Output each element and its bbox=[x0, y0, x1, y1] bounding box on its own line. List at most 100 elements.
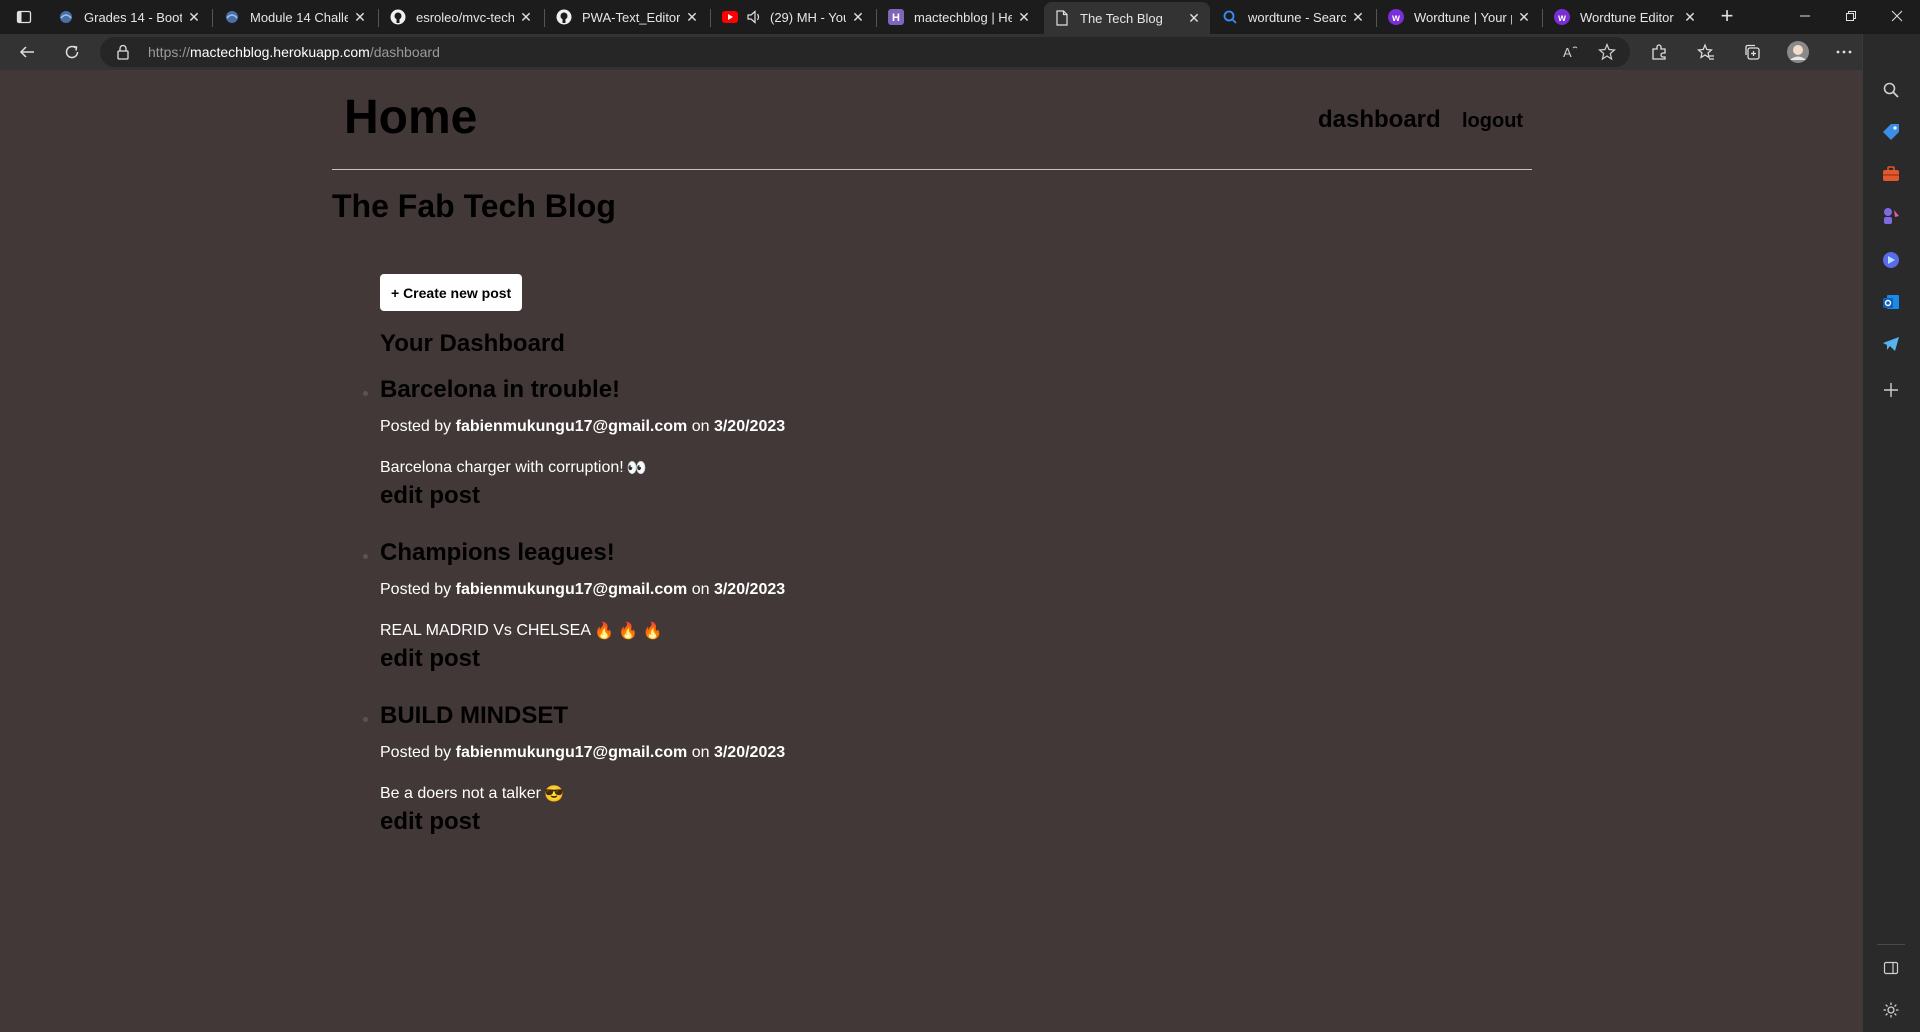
post-author: fabienmukungu17@gmail.com bbox=[455, 418, 688, 435]
tab-the-tech-blog[interactable]: The Tech Blog ✕ bbox=[1044, 2, 1210, 34]
tab-github-mvc[interactable]: esroleo/mvc-tech-l ✕ bbox=[380, 3, 542, 31]
collections-icon[interactable] bbox=[1738, 38, 1766, 66]
bootcamp-icon bbox=[224, 9, 240, 25]
post-title[interactable]: BUILD MINDSET bbox=[380, 702, 568, 730]
tools-icon[interactable] bbox=[1879, 162, 1903, 186]
tab-actions-icon[interactable] bbox=[10, 5, 38, 29]
browser-toolbar: https://mactechblog.herokuapp.com/dashbo… bbox=[0, 34, 1920, 70]
close-icon[interactable]: ✕ bbox=[684, 9, 700, 25]
edit-post-link[interactable]: edit post bbox=[380, 808, 480, 836]
post-date: 3/20/2023 bbox=[713, 744, 786, 761]
page-icon bbox=[1054, 10, 1070, 26]
wordtune-icon: w bbox=[1554, 9, 1570, 25]
sunglasses-emoji: 😎 bbox=[543, 786, 564, 803]
post-meta: Posted by fabienmukungu17@gmail.com on 3… bbox=[380, 581, 786, 598]
close-icon[interactable]: ✕ bbox=[1186, 10, 1202, 26]
nav-logout-link[interactable]: logout bbox=[1462, 110, 1523, 133]
url-scheme: https:// bbox=[148, 44, 191, 60]
wordtune-icon: w bbox=[1388, 9, 1404, 25]
list-bullet bbox=[363, 554, 368, 559]
url-text[interactable]: https://mactechblog.herokuapp.com/dashbo… bbox=[148, 44, 440, 60]
avatar[interactable] bbox=[1784, 38, 1812, 66]
close-icon[interactable]: ✕ bbox=[1682, 9, 1698, 25]
dashboard-heading: Your Dashboard bbox=[380, 330, 565, 357]
close-icon[interactable]: ✕ bbox=[1516, 9, 1532, 25]
tab-heroku[interactable]: H mactechblog | Her ✕ bbox=[878, 3, 1040, 31]
close-window-icon[interactable] bbox=[1874, 0, 1920, 32]
list-bullet bbox=[363, 717, 368, 722]
tab-github-pwa[interactable]: PWA-Text_Editor/w ✕ bbox=[546, 3, 708, 31]
back-icon[interactable] bbox=[13, 38, 41, 66]
add-icon[interactable] bbox=[1879, 378, 1903, 402]
svg-text:H: H bbox=[892, 12, 900, 24]
blog-title: The Fab Tech Blog bbox=[332, 188, 616, 224]
post-title[interactable]: Barcelona in trouble! bbox=[380, 376, 620, 404]
heroku-icon: H bbox=[888, 9, 904, 25]
close-icon[interactable]: ✕ bbox=[1016, 9, 1032, 25]
shopping-tag-icon[interactable] bbox=[1879, 120, 1903, 144]
address-bar[interactable]: https://mactechblog.herokuapp.com/dashbo… bbox=[100, 37, 1630, 67]
outlook-icon[interactable] bbox=[1879, 290, 1903, 314]
favorite-add-icon[interactable] bbox=[1598, 42, 1616, 66]
tab-wordtune[interactable]: w Wordtune | Your p ✕ bbox=[1378, 3, 1540, 31]
sidebar-toggle-icon[interactable] bbox=[1879, 956, 1903, 980]
url-path: /dashboard bbox=[369, 44, 440, 60]
list-bullet bbox=[363, 391, 368, 396]
url-host: mactechblog.herokuapp.com bbox=[190, 44, 370, 60]
close-icon[interactable]: ✕ bbox=[352, 9, 368, 25]
minimize-icon[interactable] bbox=[1782, 0, 1828, 32]
edit-post-link[interactable]: edit post bbox=[380, 645, 480, 673]
nav-dashboard-link[interactable]: dashboard bbox=[1318, 106, 1441, 134]
tab-youtube[interactable]: (29) MH - You ✕ bbox=[712, 3, 874, 31]
eyes-emoji: 👀 bbox=[626, 460, 647, 477]
games-icon[interactable] bbox=[1879, 204, 1903, 228]
post-date: 3/20/2023 bbox=[713, 581, 786, 598]
home-link[interactable]: Home bbox=[344, 90, 477, 145]
speaker-icon[interactable] bbox=[746, 9, 762, 25]
site-header: Home dashboard logout bbox=[332, 70, 1532, 170]
post-title[interactable]: Champions leagues! bbox=[380, 539, 615, 567]
youtube-icon bbox=[722, 9, 738, 25]
edge-sidebar bbox=[1862, 34, 1920, 1032]
fire-emoji: 🔥 🔥 🔥 bbox=[594, 623, 663, 640]
bootcamp-icon bbox=[58, 9, 74, 25]
web-page: Home dashboard logout The Fab Tech Blog … bbox=[0, 70, 1862, 1032]
edit-post-link[interactable]: edit post bbox=[380, 482, 480, 510]
svg-text:A: A bbox=[1563, 45, 1572, 60]
post-meta: Posted by fabienmukungu17@gmail.com on 3… bbox=[380, 418, 786, 435]
favorites-icon[interactable] bbox=[1692, 38, 1720, 66]
svg-text:w: w bbox=[1557, 13, 1566, 24]
post-body: Barcelona charger with corruption! 👀 bbox=[380, 459, 647, 477]
tab-strip: Grades 14 - Bootca ✕ Module 14 Challen ✕… bbox=[0, 0, 1920, 34]
telegram-icon[interactable] bbox=[1879, 332, 1903, 356]
post-author: fabienmukungu17@gmail.com bbox=[455, 581, 688, 598]
tab-grades[interactable]: Grades 14 - Bootca ✕ bbox=[48, 3, 210, 31]
search-icon[interactable] bbox=[1879, 78, 1903, 102]
post-date: 3/20/2023 bbox=[713, 418, 786, 435]
extensions-icon[interactable] bbox=[1645, 38, 1673, 66]
tab-module-14[interactable]: Module 14 Challen ✕ bbox=[214, 3, 376, 31]
search-icon bbox=[1222, 9, 1238, 25]
post-body: Be a doers not a talker 😎 bbox=[380, 785, 564, 803]
post-author: fabienmukungu17@gmail.com bbox=[455, 744, 688, 761]
close-icon[interactable]: ✕ bbox=[1350, 9, 1366, 25]
create-new-post-button[interactable]: + Create new post bbox=[380, 274, 523, 311]
new-tab-button[interactable]: + bbox=[1714, 5, 1740, 29]
post-meta: Posted by fabienmukungu17@gmail.com on 3… bbox=[380, 744, 786, 761]
refresh-icon[interactable] bbox=[58, 38, 86, 66]
restore-icon[interactable] bbox=[1828, 0, 1874, 32]
svg-text:w: w bbox=[1391, 13, 1400, 24]
read-aloud-icon[interactable]: A bbox=[1562, 43, 1580, 66]
close-icon[interactable]: ✕ bbox=[518, 9, 534, 25]
microsoft-365-icon[interactable] bbox=[1879, 248, 1903, 272]
post-body: REAL MADRID Vs CHELSEA 🔥 🔥 🔥 bbox=[380, 622, 663, 640]
github-icon bbox=[390, 9, 406, 25]
close-icon[interactable]: ✕ bbox=[186, 9, 202, 25]
github-icon bbox=[556, 9, 572, 25]
tab-wordtune-search[interactable]: wordtune - Search ✕ bbox=[1212, 3, 1374, 31]
tab-wordtune-editor[interactable]: w Wordtune Editor ✕ bbox=[1544, 3, 1706, 31]
lock-icon[interactable] bbox=[116, 44, 130, 65]
more-menu-icon[interactable] bbox=[1830, 38, 1858, 66]
close-icon[interactable]: ✕ bbox=[850, 9, 866, 25]
settings-gear-icon[interactable] bbox=[1879, 998, 1903, 1022]
